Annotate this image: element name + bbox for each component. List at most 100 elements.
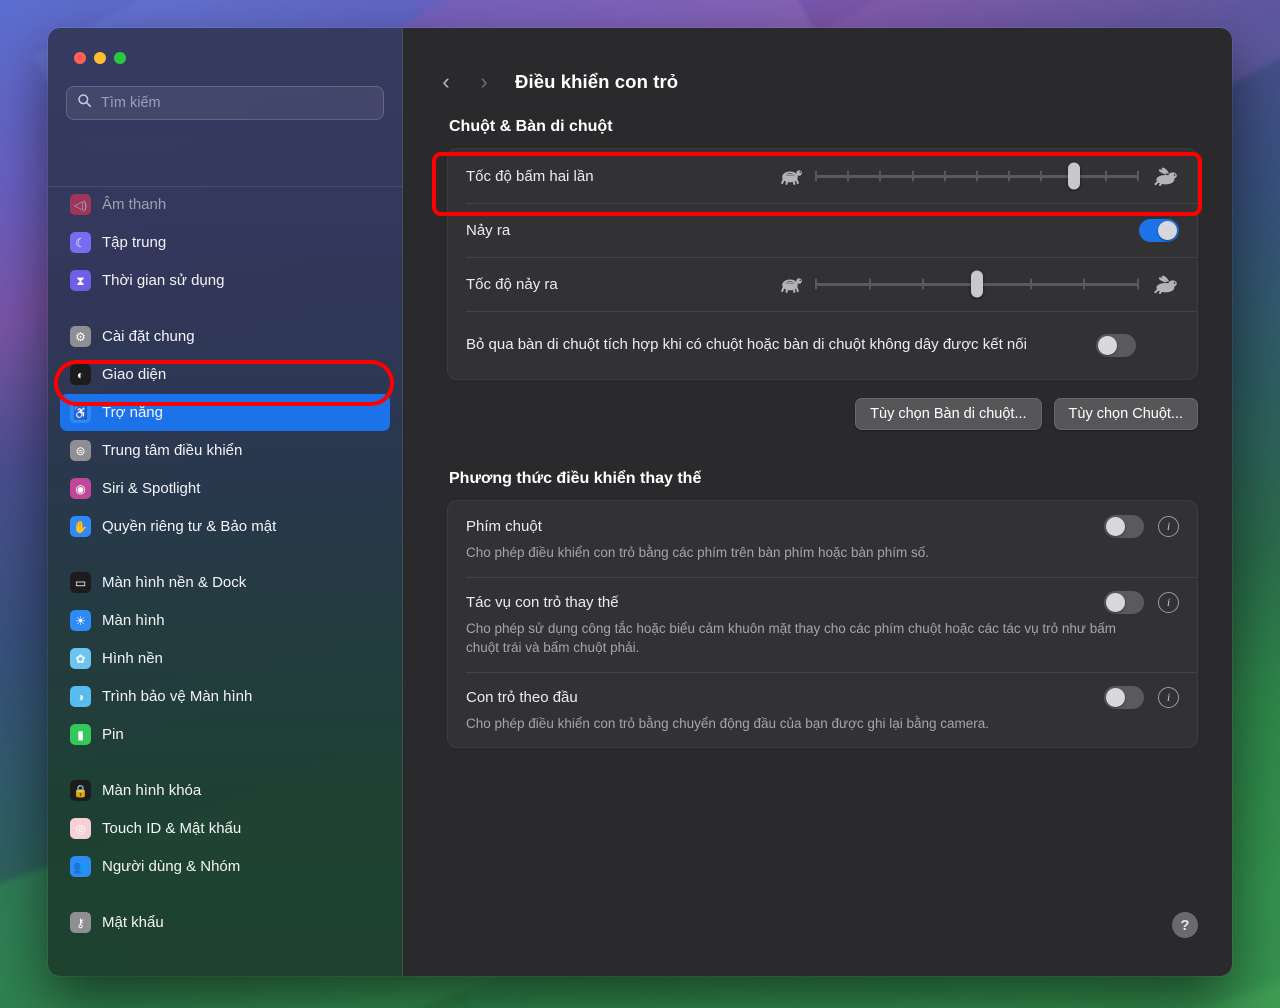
info-icon[interactable]: i — [1158, 686, 1179, 708]
sidebar-item-m-thanh[interactable]: ◁) Âm thanh — [60, 186, 390, 223]
users-groups-icon: 👥 — [70, 856, 91, 877]
spring-loading-speed-track[interactable] — [815, 270, 1139, 298]
sidebar-item-label: Hình nền — [102, 650, 163, 667]
option-title: Tác vụ con trỏ thay thế — [466, 593, 619, 611]
window-traffic-lights — [48, 28, 402, 64]
display-brightness-icon: ☀ — [70, 610, 91, 631]
chevron-left-icon[interactable]: ‹ — [429, 65, 463, 99]
option-description: Cho phép điều khiển con trỏ bằng các phí… — [466, 545, 930, 560]
sidebar-item-tr-nh-b-o-v-m-n-h-nh[interactable]: ◑ Trình bảo vệ Màn hình — [60, 678, 390, 715]
sidebar-item-quy-n-ri-ng-t-b-o-m-t[interactable]: ✋ Quyền riêng tư & Bảo mật — [60, 508, 390, 545]
help-icon[interactable]: ? — [1172, 912, 1198, 938]
sidebar-item-t-p-trung[interactable]: ☾ Tập trung — [60, 224, 390, 261]
row-spring-loading-speed: Tốc độ nảy ra — [448, 257, 1197, 311]
sidebar-item-label: Người dùng & Nhóm — [102, 858, 241, 875]
sidebar-item-m-n-h-nh[interactable]: ☀ Màn hình — [60, 602, 390, 639]
toggle-thumb — [1106, 517, 1125, 536]
search-container: Tìm kiếm — [48, 64, 402, 130]
spring-loading-toggle[interactable] — [1139, 218, 1179, 242]
hourglass-icon: ⧗ — [70, 270, 91, 291]
sidebar-item-label: Màn hình nền & Dock — [102, 574, 247, 591]
sidebar-item-ng-i-d-ng-nh-m[interactable]: 👥 Người dùng & Nhóm — [60, 848, 390, 885]
sidebar-item-m-n-h-nh-kh-a[interactable]: 🔒 Màn hình khóa — [60, 772, 390, 809]
option-title: Con trỏ theo đầu — [466, 688, 578, 706]
toggle-thumb — [1098, 335, 1117, 355]
spring-loading-label: Nảy ra — [466, 221, 511, 239]
sidebar-item-touch-id-m-t-kh-u[interactable]: ◎ Touch ID & Mật khẩu — [60, 810, 390, 847]
turtle-icon — [775, 165, 805, 187]
info-icon[interactable]: i — [1158, 516, 1179, 537]
option-header: Phím chuột i — [466, 515, 1179, 538]
sidebar-item-label: Tập trung — [102, 234, 167, 251]
toggle-thumb — [1106, 687, 1125, 707]
sidebar-item-th-i-gian-s-d-ng[interactable]: ⧗ Thời gian sử dụng — [60, 262, 390, 299]
alternate-section-heading: Phương thức điều khiển thay thế — [449, 470, 702, 487]
trackpad-options-button[interactable]: Tùy chọn Bàn di chuột... — [855, 398, 1042, 430]
system-settings-window: Tìm kiếm ◁) Âm thanh ☾ Tập trung ⧗ Thời gian … — [48, 28, 1232, 976]
ignore-trackpad-toggle[interactable] — [1096, 333, 1136, 357]
double-click-speed-slider[interactable] — [775, 162, 1179, 190]
sidebar-item-m-t-kh-u[interactable]: ⚷ Mật khẩu — [60, 904, 390, 941]
sidebar-item-label: Giao diện — [102, 366, 167, 383]
slider-tick — [1029, 278, 1032, 290]
option-toggle[interactable] — [1104, 515, 1144, 538]
minimize-button[interactable] — [94, 52, 106, 64]
touch-id-icon: ◎ — [70, 818, 91, 839]
page-title: Điều khiển con trỏ — [515, 71, 679, 92]
sidebar-item-siri-spotlight[interactable]: ◉ Siri & Spotlight — [60, 470, 390, 507]
toggle-thumb — [1106, 592, 1125, 612]
option-header: Tác vụ con trỏ thay thế i — [466, 590, 1179, 614]
mouse-section-heading: Chuột & Bàn di chuột — [449, 118, 613, 135]
desktop-dock-icon: ▭ — [70, 572, 91, 593]
close-button[interactable] — [74, 52, 86, 64]
option-description: Cho phép sử dụng công tắc hoặc biểu cảm … — [466, 620, 1116, 656]
options-button-row: Tùy chọn Bàn di chuột... Tùy chọn Chuột.… — [447, 398, 1198, 430]
option-header: Con trỏ theo đầu i — [466, 685, 1179, 709]
info-icon[interactable]: i — [1158, 591, 1179, 613]
sidebar-item-label: Mật khẩu — [102, 914, 164, 931]
wallpaper-icon: ✿ — [70, 648, 91, 669]
sidebar-item-label: Trình bảo vệ Màn hình — [102, 688, 253, 705]
search-field[interactable]: Tìm kiếm — [66, 86, 384, 120]
double-click-speed-track[interactable] — [815, 162, 1139, 190]
sidebar-item-trung-t-m-i-u-khi-n[interactable]: ⊜ Trung tâm điều khiển — [60, 432, 390, 469]
spring-loading-speed-slider[interactable] — [775, 270, 1179, 298]
slider-knob[interactable] — [971, 270, 983, 298]
zoom-button[interactable] — [114, 52, 126, 64]
rabbit-icon — [1149, 165, 1179, 187]
alternate-control-card: Phím chuột i Cho phép điều khiển con trỏ b… — [447, 500, 1198, 749]
focus-moon-icon: ☾ — [70, 232, 91, 253]
alternate-option-row: Tác vụ con trỏ thay thế i Cho phép sử dụng… — [448, 576, 1197, 672]
slider-tick — [1008, 170, 1011, 182]
sidebar-item-giao-di-n[interactable]: ◐ Giao diện — [60, 356, 390, 393]
sidebar-item-label: Cài đặt chung — [102, 328, 195, 345]
rabbit-icon — [1149, 273, 1179, 295]
sidebar-item-pin[interactable]: ▮ Pin — [60, 716, 390, 753]
chevron-right-icon[interactable]: › — [467, 65, 501, 99]
settings-body: Chuột & Bàn di chuột Tốc độ bấm hai lần — [403, 118, 1232, 749]
alternate-option-row: Con trỏ theo đầu i Cho phép điều khiển con… — [448, 671, 1197, 748]
sidebar-item-tr-n-ng[interactable]: ♿ Trợ năng — [60, 394, 390, 431]
sidebar-item-h-nh-n-n[interactable]: ✿ Hình nền — [60, 640, 390, 677]
mouse-options-button[interactable]: Tùy chọn Chuột... — [1053, 398, 1198, 430]
control-center-icon: ⊜ — [70, 440, 91, 461]
sidebar-item-label: Trung tâm điều khiển — [102, 442, 243, 459]
sidebar-item-m-n-h-nh-n-n-dock[interactable]: ▭ Màn hình nền & Dock — [60, 564, 390, 601]
sidebar-item-label: Trợ năng — [102, 404, 163, 421]
sidebar-nav: ◁) Âm thanh ☾ Tập trung ⧗ Thời gian sử dụng ⚙ C… — [48, 186, 402, 941]
option-toggle[interactable] — [1104, 685, 1144, 709]
appearance-icon: ◐ — [70, 364, 91, 385]
alternate-option-row: Phím chuột i Cho phép điều khiển con trỏ b… — [448, 501, 1197, 577]
sidebar-item-c-i-t-chung[interactable]: ⚙ Cài đặt chung — [60, 318, 390, 355]
sidebar-scroll-area[interactable]: ◁) Âm thanh ☾ Tập trung ⧗ Thời gian sử dụng ⚙ C… — [48, 186, 402, 976]
password-key-icon: ⚷ — [70, 912, 91, 933]
slider-knob[interactable] — [1067, 162, 1080, 190]
slider-tick — [1104, 170, 1107, 182]
turtle-icon — [775, 273, 805, 295]
option-toggle[interactable] — [1104, 590, 1144, 614]
sidebar-item-label: Màn hình — [102, 612, 165, 629]
slider-tick — [1083, 278, 1086, 290]
row-ignore-trackpad: Bỏ qua bàn di chuột tích hợp khi có chuộ… — [448, 311, 1197, 379]
